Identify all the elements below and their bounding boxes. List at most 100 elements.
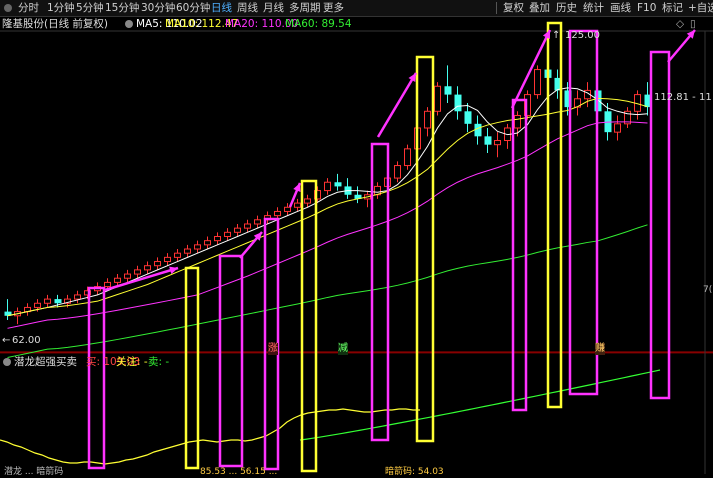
signal-box bbox=[300, 179, 318, 473]
candle-body bbox=[234, 227, 241, 233]
ma5-line bbox=[7, 87, 648, 317]
candle bbox=[404, 144, 411, 170]
marker-zhang: 涨 bbox=[268, 343, 278, 355]
candle-body bbox=[144, 265, 151, 271]
candle-body bbox=[134, 269, 141, 275]
candle-body bbox=[154, 261, 161, 267]
candle bbox=[74, 290, 81, 304]
candle-body bbox=[54, 299, 62, 304]
candle bbox=[334, 173, 342, 191]
candle bbox=[424, 107, 431, 137]
candle-body bbox=[174, 252, 181, 258]
candle-body bbox=[424, 110, 431, 129]
indicator-name[interactable]: 潜龙超强买卖 bbox=[14, 355, 77, 369]
right-edge-label: 7( bbox=[703, 285, 713, 295]
candle bbox=[614, 115, 621, 141]
indicator-yellow-line bbox=[0, 408, 420, 465]
signal-box bbox=[511, 98, 528, 412]
candle bbox=[14, 307, 21, 325]
candle bbox=[634, 90, 641, 120]
candle-body bbox=[444, 86, 452, 95]
trend-arrow-line bbox=[376, 72, 418, 138]
indicator-sell: 卖: - bbox=[148, 356, 170, 368]
candle bbox=[234, 223, 241, 237]
low-arrow-icon: ← bbox=[2, 335, 11, 346]
candle bbox=[194, 240, 201, 254]
candle bbox=[164, 253, 171, 266]
candle bbox=[354, 186, 362, 204]
candle-body bbox=[454, 94, 462, 112]
low-price-label: 62.00 bbox=[12, 335, 41, 346]
high-arrow-icon: ↑ bbox=[552, 30, 561, 41]
candle-body bbox=[164, 256, 171, 263]
candle bbox=[124, 269, 131, 283]
candle bbox=[144, 261, 151, 275]
bottom-right-label: 暗箭码: 54.03 bbox=[385, 467, 444, 477]
candle bbox=[4, 299, 12, 320]
candle bbox=[484, 127, 492, 154]
kline-chart[interactable] bbox=[0, 0, 713, 474]
candle-body bbox=[334, 182, 342, 187]
candle-body bbox=[74, 294, 81, 300]
candle-body bbox=[184, 248, 191, 254]
candle-body bbox=[304, 198, 311, 204]
candle bbox=[294, 198, 301, 212]
candle bbox=[504, 123, 511, 149]
current-price-label: 112.81 - 11 bbox=[654, 92, 712, 103]
signal-box bbox=[184, 266, 200, 470]
candle bbox=[444, 65, 452, 103]
candle bbox=[624, 107, 631, 128]
candle bbox=[204, 236, 211, 250]
candle-body bbox=[204, 240, 211, 246]
bottom-mid-label: 85.53 ... 56.15 ... bbox=[200, 467, 278, 477]
candle bbox=[184, 244, 191, 258]
candle bbox=[224, 228, 231, 241]
signal-box bbox=[218, 254, 244, 468]
candle-body bbox=[474, 123, 482, 137]
candle bbox=[244, 219, 251, 233]
candle bbox=[134, 265, 141, 279]
candle-body bbox=[194, 244, 201, 250]
candle bbox=[574, 90, 581, 116]
candle-body bbox=[394, 165, 401, 179]
candle-body bbox=[484, 136, 492, 145]
candle bbox=[44, 294, 51, 308]
candles-group bbox=[4, 52, 652, 325]
candle bbox=[434, 82, 441, 116]
candle-body bbox=[324, 181, 331, 192]
marker-zhuan: 赚 bbox=[595, 343, 605, 355]
candle bbox=[174, 249, 181, 262]
candle-body bbox=[244, 223, 251, 229]
candle-body bbox=[124, 273, 131, 279]
candle-body bbox=[434, 85, 441, 112]
indicator-focus: 关注: - bbox=[116, 356, 148, 368]
candle bbox=[394, 161, 401, 183]
candle-body bbox=[284, 206, 291, 212]
candle bbox=[24, 303, 31, 316]
candle-body bbox=[254, 219, 261, 225]
candle-body bbox=[104, 281, 111, 288]
candle bbox=[364, 190, 371, 208]
candle bbox=[304, 194, 311, 208]
candle bbox=[494, 132, 501, 158]
candle-body bbox=[404, 148, 411, 167]
candle-body bbox=[114, 277, 121, 283]
candle bbox=[344, 178, 352, 199]
candle-body bbox=[34, 302, 41, 308]
candle bbox=[374, 182, 381, 199]
candle-body bbox=[494, 140, 501, 146]
candle-body bbox=[514, 114, 521, 129]
candle bbox=[534, 65, 541, 99]
marker-jian: 减 bbox=[338, 343, 348, 355]
candle-body bbox=[214, 235, 221, 242]
indicator-green-line bbox=[299, 369, 661, 441]
candle-body bbox=[614, 123, 621, 133]
trend-arrows bbox=[104, 29, 696, 292]
candle bbox=[254, 215, 261, 229]
indicator-settings-icon[interactable] bbox=[3, 358, 11, 366]
candle-body bbox=[44, 298, 51, 304]
high-price-label: 125.00 bbox=[565, 30, 600, 41]
candle-body bbox=[294, 202, 301, 208]
signal-box bbox=[568, 29, 599, 396]
candle bbox=[474, 115, 482, 145]
